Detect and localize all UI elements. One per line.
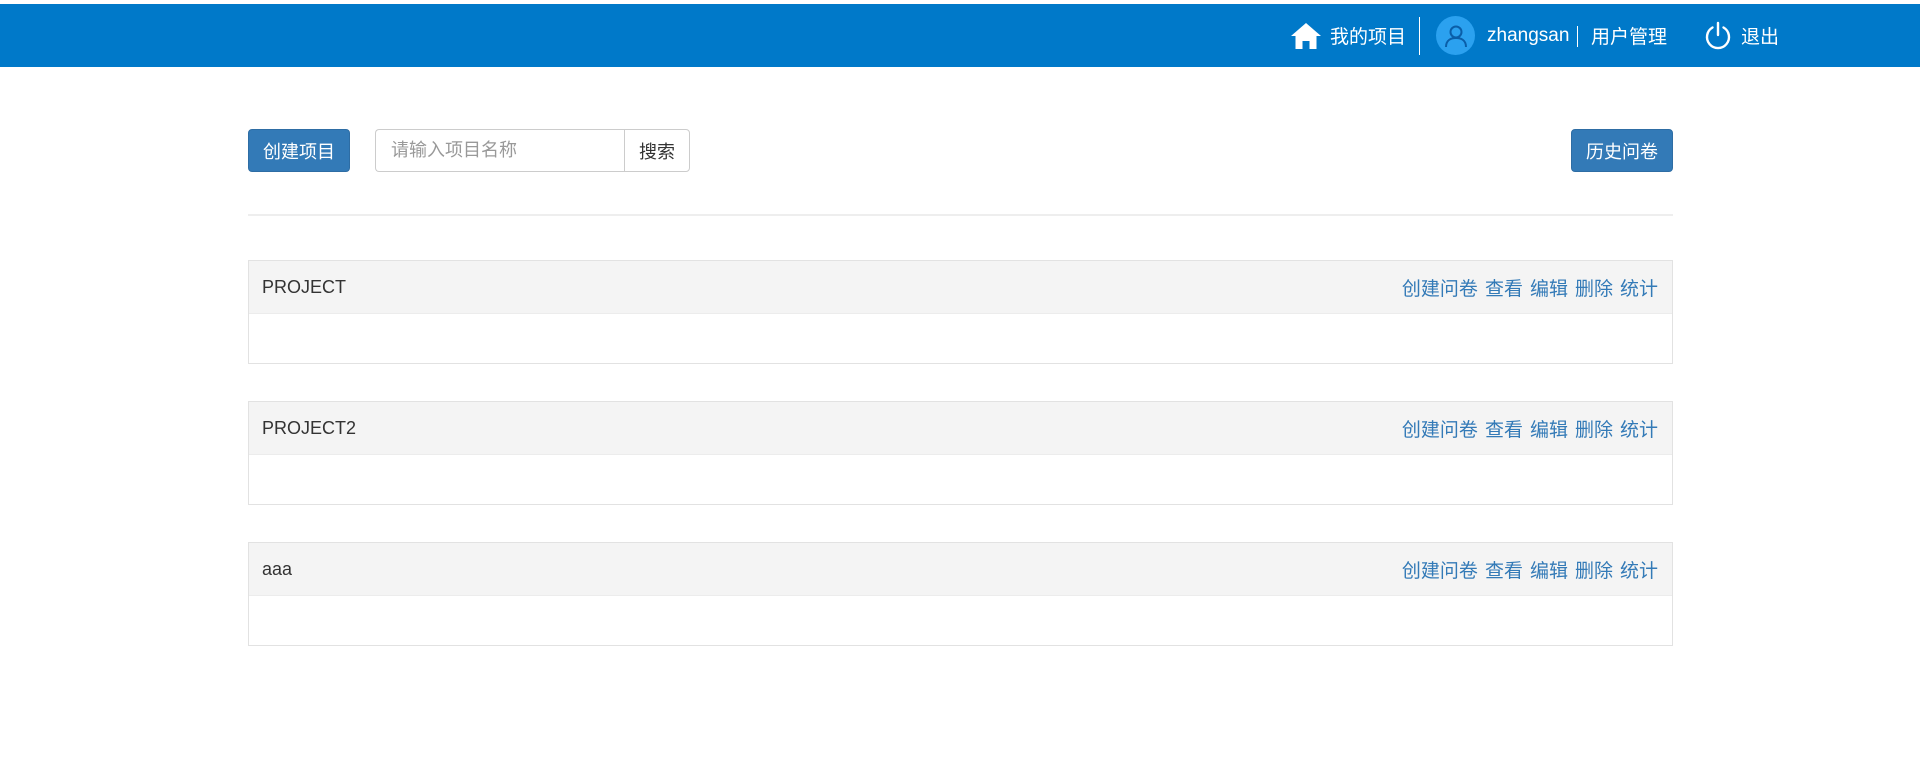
project-panel-body — [249, 596, 1672, 647]
project-actions: 创建问卷 查看 编辑 删除 统计 — [1402, 556, 1658, 583]
nav-logout[interactable]: 退出 — [1703, 4, 1779, 67]
create-survey-link[interactable]: 创建问卷 — [1402, 415, 1478, 442]
create-project-button[interactable]: 创建项目 — [248, 129, 350, 172]
history-surveys-button[interactable]: 历史问卷 — [1571, 129, 1673, 172]
project-panel: PROJECT2 创建问卷 查看 编辑 删除 统计 — [248, 401, 1673, 505]
project-panel-heading: aaa 创建问卷 查看 编辑 删除 统计 — [249, 543, 1672, 596]
top-navbar: 我的项目 zhangsan 用户管理 退出 — [0, 4, 1920, 67]
power-icon — [1703, 21, 1733, 51]
view-link[interactable]: 查看 — [1485, 274, 1523, 301]
edit-link[interactable]: 编辑 — [1530, 415, 1568, 442]
project-name: PROJECT2 — [262, 417, 357, 438]
edit-link[interactable]: 编辑 — [1530, 274, 1568, 301]
project-name: PROJECT — [262, 276, 347, 297]
view-link[interactable]: 查看 — [1485, 415, 1523, 442]
delete-link[interactable]: 删除 — [1575, 415, 1613, 442]
project-panel: aaa 创建问卷 查看 编辑 删除 统计 — [248, 542, 1673, 646]
nav-my-projects[interactable]: 我的项目 — [1290, 4, 1406, 67]
username-label: zhangsan — [1487, 24, 1570, 46]
search-button[interactable]: 搜索 — [624, 129, 690, 172]
project-panel-body — [249, 314, 1672, 365]
nav-separator — [1577, 26, 1578, 47]
nav-my-projects-label: 我的项目 — [1330, 27, 1407, 48]
stats-link[interactable]: 统计 — [1620, 556, 1658, 583]
delete-link[interactable]: 删除 — [1575, 556, 1613, 583]
nav-user-profile[interactable]: zhangsan — [1436, 4, 1569, 67]
project-panel: PROJECT 创建问卷 查看 编辑 删除 统计 — [248, 260, 1673, 364]
stats-link[interactable]: 统计 — [1620, 415, 1658, 442]
project-panel-heading: PROJECT2 创建问卷 查看 编辑 删除 统计 — [249, 402, 1672, 455]
project-panel-body — [249, 455, 1672, 506]
create-survey-link[interactable]: 创建问卷 — [1402, 274, 1478, 301]
project-actions: 创建问卷 查看 编辑 删除 统计 — [1402, 415, 1658, 442]
home-icon — [1290, 21, 1322, 51]
project-actions: 创建问卷 查看 编辑 删除 统计 — [1402, 274, 1658, 301]
delete-link[interactable]: 删除 — [1575, 274, 1613, 301]
nav-separator — [1419, 17, 1420, 55]
logout-label: 退出 — [1741, 27, 1780, 48]
project-search-input[interactable] — [375, 129, 625, 172]
stats-link[interactable]: 统计 — [1620, 274, 1658, 301]
edit-link[interactable]: 编辑 — [1530, 556, 1568, 583]
user-icon — [1436, 16, 1475, 55]
project-name: aaa — [262, 558, 293, 579]
view-link[interactable]: 查看 — [1485, 556, 1523, 583]
create-survey-link[interactable]: 创建问卷 — [1402, 556, 1478, 583]
nav-user-management[interactable]: 用户管理 — [1591, 4, 1667, 67]
divider — [248, 214, 1673, 216]
project-panel-heading: PROJECT 创建问卷 查看 编辑 删除 统计 — [249, 261, 1672, 314]
